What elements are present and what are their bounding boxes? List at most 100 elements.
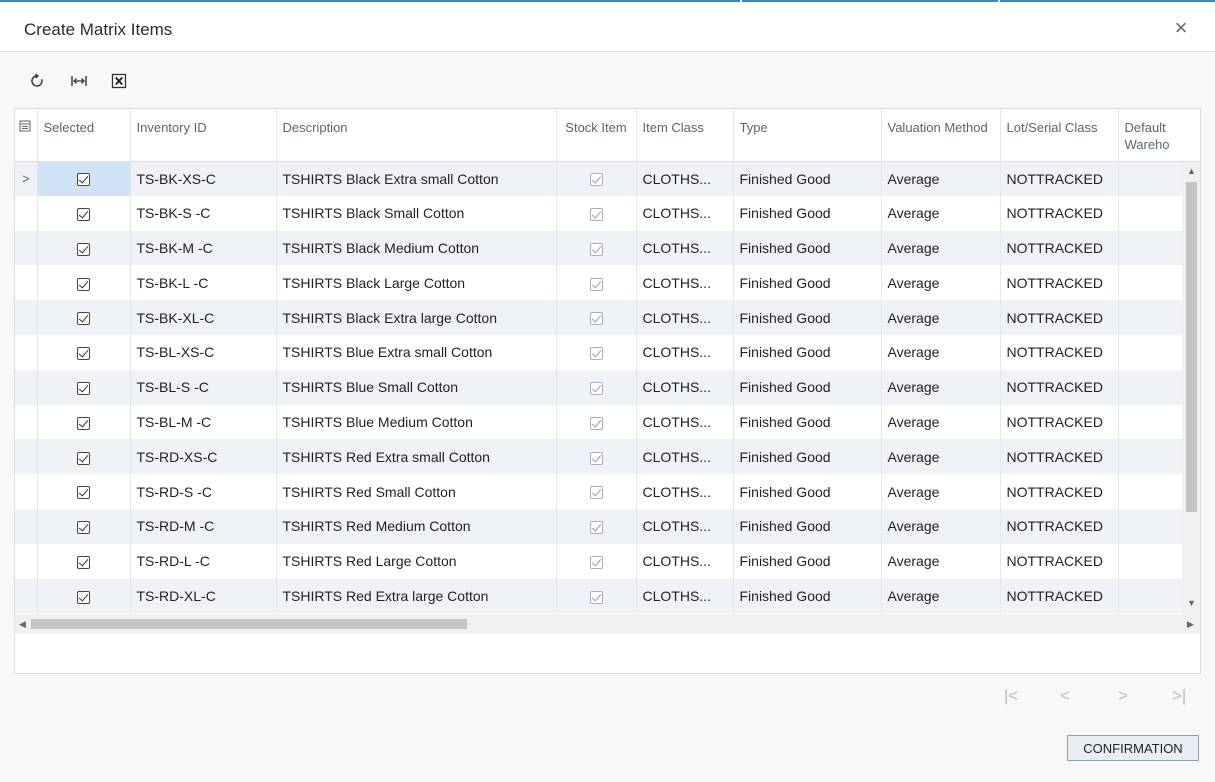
horizontal-scroll-thumb[interactable] bbox=[31, 619, 467, 629]
vertical-scroll-thumb[interactable] bbox=[1186, 182, 1197, 512]
table-row[interactable]: > TS-BK-XS-C TSHIRTS Black Extra small Cot… bbox=[15, 161, 1200, 196]
scroll-right-icon[interactable]: ▶ bbox=[1187, 619, 1194, 630]
horizontal-scrollbar[interactable]: ◀ ▶ bbox=[15, 614, 1200, 634]
inventory-id-cell[interactable]: TS-RD-L -C bbox=[130, 543, 277, 579]
description-cell[interactable]: TSHIRTS Black Extra small Cotton bbox=[276, 161, 557, 196]
valuation-method-cell[interactable]: Average bbox=[881, 508, 1001, 544]
selected-cell[interactable] bbox=[37, 300, 131, 335]
selected-checkbox[interactable] bbox=[77, 173, 90, 187]
column-settings-header[interactable] bbox=[15, 109, 38, 162]
table-row[interactable]: TS-BL-XS-C TSHIRTS Blue Extra small Cotto… bbox=[15, 334, 1200, 370]
selected-cell[interactable] bbox=[37, 265, 131, 301]
selected-checkbox[interactable] bbox=[77, 242, 90, 256]
lot-serial-class-cell[interactable]: NOTTRACKED bbox=[1000, 543, 1119, 579]
type-cell[interactable]: Finished Good bbox=[733, 300, 882, 335]
selected-checkbox[interactable] bbox=[77, 312, 90, 326]
inventory-id-cell[interactable]: TS-BK-S -C bbox=[130, 195, 277, 231]
column-header-type[interactable]: Type bbox=[733, 109, 882, 162]
item-class-cell[interactable]: CLOTHS... bbox=[636, 230, 734, 266]
item-class-cell[interactable]: CLOTHS... bbox=[636, 161, 734, 196]
lot-serial-class-cell[interactable]: NOTTRACKED bbox=[1000, 230, 1119, 266]
inventory-id-cell[interactable]: TS-RD-XL-C bbox=[130, 578, 277, 614]
table-row[interactable]: TS-BL-S -C TSHIRTS Blue Small Cotton CLOTH… bbox=[15, 369, 1200, 405]
table-row[interactable]: TS-BL-M -C TSHIRTS Blue Medium Cotton CLOT… bbox=[15, 404, 1200, 440]
selected-cell[interactable] bbox=[37, 230, 131, 266]
column-header-stock-item[interactable]: Stock Item bbox=[556, 109, 637, 162]
inventory-id-cell[interactable]: TS-BK-XS-C bbox=[130, 161, 277, 196]
inventory-id-cell[interactable]: TS-BL-S -C bbox=[130, 369, 277, 405]
selected-checkbox[interactable] bbox=[77, 521, 90, 535]
selected-checkbox[interactable] bbox=[77, 555, 90, 569]
type-cell[interactable]: Finished Good bbox=[733, 369, 882, 405]
lot-serial-class-cell[interactable]: NOTTRACKED bbox=[1000, 578, 1119, 614]
previous-page-button[interactable]: < bbox=[1060, 686, 1070, 706]
description-cell[interactable]: TSHIRTS Blue Medium Cotton bbox=[276, 404, 557, 440]
lot-serial-class-cell[interactable]: NOTTRACKED bbox=[1000, 161, 1119, 196]
valuation-method-cell[interactable]: Average bbox=[881, 543, 1001, 579]
type-cell[interactable]: Finished Good bbox=[733, 474, 882, 509]
item-class-cell[interactable]: CLOTHS... bbox=[636, 404, 734, 440]
selected-cell[interactable] bbox=[37, 578, 131, 614]
type-cell[interactable]: Finished Good bbox=[733, 439, 882, 475]
first-page-button[interactable]: |< bbox=[1004, 686, 1018, 706]
inventory-id-cell[interactable]: TS-RD-M -C bbox=[130, 508, 277, 544]
selected-cell[interactable] bbox=[37, 334, 131, 370]
column-header-valuation-method[interactable]: Valuation Method bbox=[881, 109, 1001, 162]
lot-serial-class-cell[interactable]: NOTTRACKED bbox=[1000, 265, 1119, 301]
valuation-method-cell[interactable]: Average bbox=[881, 230, 1001, 266]
item-class-cell[interactable]: CLOTHS... bbox=[636, 334, 734, 370]
description-cell[interactable]: TSHIRTS Red Medium Cotton bbox=[276, 508, 557, 544]
column-header-lot-serial-class[interactable]: Lot/Serial Class bbox=[1000, 109, 1119, 162]
inventory-id-cell[interactable]: TS-BK-XL-C bbox=[130, 300, 277, 335]
description-cell[interactable]: TSHIRTS Blue Extra small Cotton bbox=[276, 334, 557, 370]
lot-serial-class-cell[interactable]: NOTTRACKED bbox=[1000, 404, 1119, 440]
valuation-method-cell[interactable]: Average bbox=[881, 578, 1001, 614]
inventory-id-cell[interactable]: TS-BK-M -C bbox=[130, 230, 277, 266]
description-cell[interactable]: TSHIRTS Black Medium Cotton bbox=[276, 230, 557, 266]
item-class-cell[interactable]: CLOTHS... bbox=[636, 578, 734, 614]
vertical-scrollbar[interactable]: ▲ ▼ bbox=[1182, 162, 1200, 614]
selected-checkbox[interactable] bbox=[77, 207, 90, 221]
table-row[interactable]: TS-RD-S -C TSHIRTS Red Small Cotton CLOTHS… bbox=[15, 474, 1200, 509]
fit-to-screen-button[interactable] bbox=[66, 68, 92, 94]
inventory-id-cell[interactable]: TS-RD-S -C bbox=[130, 474, 277, 509]
valuation-method-cell[interactable]: Average bbox=[881, 439, 1001, 475]
type-cell[interactable]: Finished Good bbox=[733, 265, 882, 301]
description-cell[interactable]: TSHIRTS Blue Small Cotton bbox=[276, 369, 557, 405]
selected-checkbox[interactable] bbox=[77, 277, 90, 291]
selected-checkbox[interactable] bbox=[77, 347, 90, 361]
type-cell[interactable]: Finished Good bbox=[733, 195, 882, 231]
selected-cell[interactable] bbox=[37, 161, 131, 196]
lot-serial-class-cell[interactable]: NOTTRACKED bbox=[1000, 474, 1119, 509]
inventory-id-cell[interactable]: TS-BL-M -C bbox=[130, 404, 277, 440]
column-header-selected[interactable]: Selected bbox=[37, 109, 131, 162]
selected-cell[interactable] bbox=[37, 543, 131, 579]
item-class-cell[interactable]: CLOTHS... bbox=[636, 265, 734, 301]
description-cell[interactable]: TSHIRTS Red Extra small Cotton bbox=[276, 439, 557, 475]
last-page-button[interactable]: >| bbox=[1172, 686, 1186, 706]
table-row[interactable]: TS-RD-M -C TSHIRTS Red Medium Cotton CLOTH… bbox=[15, 508, 1200, 544]
selected-cell[interactable] bbox=[37, 439, 131, 475]
valuation-method-cell[interactable]: Average bbox=[881, 300, 1001, 335]
scroll-left-icon[interactable]: ◀ bbox=[19, 619, 26, 630]
selected-checkbox[interactable] bbox=[77, 416, 90, 430]
close-icon[interactable]: × bbox=[1169, 16, 1193, 40]
description-cell[interactable]: TSHIRTS Red Large Cotton bbox=[276, 543, 557, 579]
column-header-item-class[interactable]: Item Class bbox=[636, 109, 734, 162]
description-cell[interactable]: TSHIRTS Red Extra large Cotton bbox=[276, 578, 557, 614]
table-row[interactable]: TS-BK-L -C TSHIRTS Black Large Cotton CLOT… bbox=[15, 265, 1200, 301]
valuation-method-cell[interactable]: Average bbox=[881, 334, 1001, 370]
lot-serial-class-cell[interactable]: NOTTRACKED bbox=[1000, 369, 1119, 405]
description-cell[interactable]: TSHIRTS Black Small Cotton bbox=[276, 195, 557, 231]
selected-checkbox[interactable] bbox=[77, 451, 90, 465]
item-class-cell[interactable]: CLOTHS... bbox=[636, 439, 734, 475]
inventory-id-cell[interactable]: TS-BK-L -C bbox=[130, 265, 277, 301]
selected-cell[interactable] bbox=[37, 369, 131, 405]
description-cell[interactable]: TSHIRTS Black Large Cotton bbox=[276, 265, 557, 301]
type-cell[interactable]: Finished Good bbox=[733, 578, 882, 614]
description-cell[interactable]: TSHIRTS Black Extra large Cotton bbox=[276, 300, 557, 335]
selected-checkbox[interactable] bbox=[77, 486, 90, 500]
lot-serial-class-cell[interactable]: NOTTRACKED bbox=[1000, 300, 1119, 335]
type-cell[interactable]: Finished Good bbox=[733, 161, 882, 196]
confirmation-button[interactable]: CONFIRMATION bbox=[1067, 735, 1199, 761]
